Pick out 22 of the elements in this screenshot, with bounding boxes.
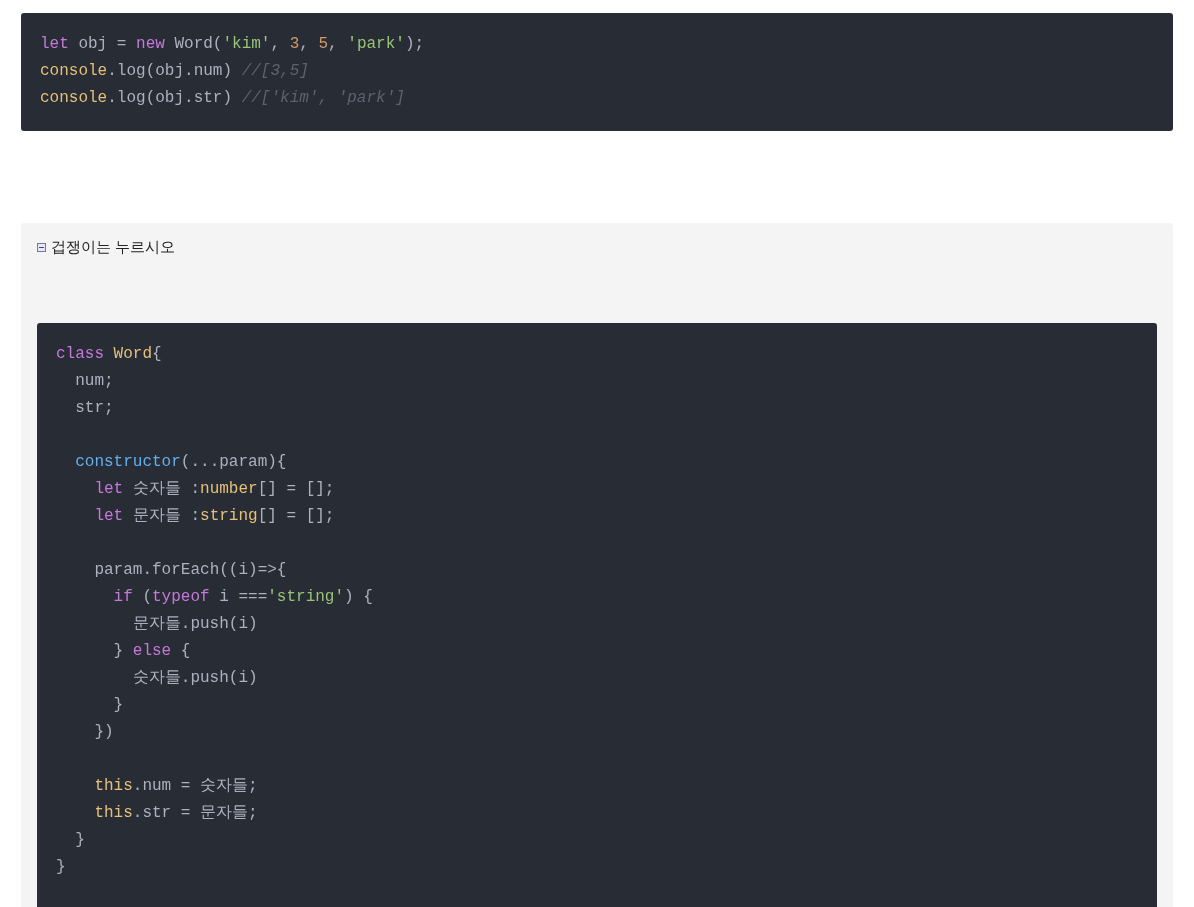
code-line: if (typeof i ==='string') { (112, 587, 373, 608)
code-line: console.log(obj.str) //['kim', 'park'] (40, 88, 405, 109)
code-line: let 문자들 :string[] = []; (93, 506, 335, 527)
code-line: let obj = new Word('kim', 3, 5, 'park'); (40, 34, 425, 55)
code-line: 문자들.push(i) (131, 614, 258, 635)
code-line: param.forEach((i)=>{ (93, 560, 287, 581)
toggle-button[interactable]: 겁쟁이는 누르시오 (37, 236, 176, 258)
minus-box-icon (37, 242, 46, 252)
code-line: } (74, 830, 85, 851)
code-line: this.num = 숫자들; (93, 776, 258, 797)
code-line: num; (74, 371, 114, 392)
code-line: this.str = 문자들; (93, 803, 258, 824)
code-line: str; (74, 398, 114, 419)
code-line: constructor(...param){ (74, 452, 287, 473)
code-line: console.log(obj.num) //[3,5] (40, 61, 309, 82)
code-line: } else { (112, 641, 191, 662)
code-line: }) (93, 722, 114, 743)
code-line: class Word{ (56, 344, 162, 365)
code-line: } (112, 695, 124, 716)
code-line: 숫자들.push(i) (131, 668, 258, 689)
code-line: let 숫자들 :number[] = []; (93, 479, 335, 500)
code-line: } (56, 857, 66, 878)
